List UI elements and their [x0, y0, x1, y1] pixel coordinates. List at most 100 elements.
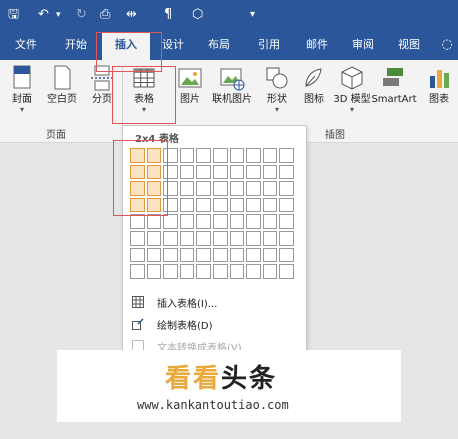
tab-file[interactable]: 文件: [0, 32, 52, 60]
grid-cell[interactable]: [130, 214, 145, 229]
grid-cell[interactable]: [246, 148, 261, 163]
grid-cell[interactable]: [196, 148, 211, 163]
paragraph-icon[interactable]: ¶: [164, 5, 172, 25]
grid-cell[interactable]: [196, 164, 211, 180]
grid-cell[interactable]: [196, 230, 211, 246]
grid-cell[interactable]: [163, 264, 178, 279]
grid-cell[interactable]: [212, 148, 228, 163]
grid-cell[interactable]: [163, 247, 178, 263]
grid-cell[interactable]: [163, 214, 178, 229]
grid-cell[interactable]: [279, 197, 294, 213]
grid-cell[interactable]: [246, 264, 261, 279]
tab-layout[interactable]: 布局: [196, 32, 242, 60]
3d-model-button[interactable]: 3D 模型 ▾: [332, 62, 372, 124]
tab-home[interactable]: 开始: [52, 32, 100, 60]
grid-cell[interactable]: [212, 197, 228, 213]
shape-outline-icon[interactable]: ⬡: [192, 5, 203, 25]
grid-cell[interactable]: [279, 148, 294, 163]
smartart-label: SmartArt: [371, 94, 417, 105]
grid-cell[interactable]: [179, 164, 195, 180]
grid-cell[interactable]: [146, 214, 162, 229]
grid-cell[interactable]: [179, 247, 195, 263]
dropdown-caret-icon[interactable]: ▾: [56, 5, 61, 25]
grid-cell[interactable]: [130, 247, 145, 263]
redo-icon[interactable]: ↻: [76, 5, 87, 25]
grid-cell[interactable]: [163, 230, 178, 246]
picture-button[interactable]: 图片: [170, 62, 210, 124]
tab-references[interactable]: 引用: [246, 32, 292, 60]
grid-cell[interactable]: [279, 230, 294, 246]
grid-cell[interactable]: [179, 197, 195, 213]
grid-cell[interactable]: [196, 264, 211, 279]
grid-cell[interactable]: [146, 264, 162, 279]
online-picture-button[interactable]: 联机图片: [208, 62, 256, 124]
grid-cell[interactable]: [262, 181, 278, 196]
grid-cell[interactable]: [229, 181, 245, 196]
customize-icon[interactable]: ▾: [250, 5, 255, 25]
grid-cell[interactable]: [279, 164, 294, 180]
grid-cell[interactable]: [130, 230, 145, 246]
grid-cell[interactable]: [246, 197, 261, 213]
grid-cell[interactable]: [146, 230, 162, 246]
grid-cell[interactable]: [229, 214, 245, 229]
grid-cell[interactable]: [262, 197, 278, 213]
grid-cell[interactable]: [212, 214, 228, 229]
grid-cell[interactable]: [229, 164, 245, 180]
grid-cell[interactable]: [229, 247, 245, 263]
grid-cell[interactable]: [229, 264, 245, 279]
grid-cell[interactable]: [262, 148, 278, 163]
grid-cell[interactable]: [246, 181, 261, 196]
chevron-down-icon: ▾: [274, 105, 279, 114]
grid-cell[interactable]: [179, 264, 195, 279]
group-label-illustrations: 插图: [325, 130, 345, 141]
grid-cell[interactable]: [262, 247, 278, 263]
icons-button[interactable]: 图标: [294, 62, 334, 124]
blank-page-button[interactable]: 空白页: [42, 62, 82, 124]
grid-cell[interactable]: [196, 197, 211, 213]
insert-table-menu-item[interactable]: 插入表格(I)...: [123, 292, 306, 314]
grid-cell[interactable]: [279, 247, 294, 263]
grid-cell[interactable]: [179, 148, 195, 163]
grid-cell[interactable]: [146, 247, 162, 263]
smartart-button[interactable]: SmartArt: [370, 62, 418, 124]
tab-view[interactable]: 视图: [386, 32, 432, 60]
grid-cell[interactable]: [212, 264, 228, 279]
chart-button[interactable]: 图表: [420, 62, 458, 124]
grid-cell[interactable]: [262, 164, 278, 180]
grid-cell[interactable]: [279, 214, 294, 229]
grid-cell[interactable]: [212, 181, 228, 196]
grid-cell[interactable]: [246, 214, 261, 229]
grid-cell[interactable]: [262, 230, 278, 246]
grid-cell[interactable]: [179, 181, 195, 196]
grid-cell[interactable]: [179, 230, 195, 246]
draw-table-menu-item[interactable]: 绘制表格(D): [123, 314, 306, 336]
grid-cell[interactable]: [246, 164, 261, 180]
shapes-button[interactable]: 形状 ▾: [257, 62, 297, 124]
grid-cell[interactable]: [229, 148, 245, 163]
grid-cell[interactable]: [246, 230, 261, 246]
cover-page-button[interactable]: 封面 ▾: [2, 62, 42, 124]
grid-cell[interactable]: [212, 247, 228, 263]
grid-cell[interactable]: [229, 197, 245, 213]
paste-icon[interactable]: ⇹: [126, 5, 137, 25]
grid-cell[interactable]: [246, 247, 261, 263]
lightbulb-icon[interactable]: ◌: [436, 32, 458, 60]
save-icon[interactable]: 🖫: [8, 5, 19, 25]
icons-label: 图标: [304, 94, 324, 105]
grid-cell[interactable]: [279, 181, 294, 196]
grid-cell[interactable]: [262, 214, 278, 229]
grid-cell[interactable]: [212, 230, 228, 246]
grid-cell[interactable]: [212, 164, 228, 180]
print-preview-icon[interactable]: ⎙: [100, 5, 110, 25]
tab-mailings[interactable]: 邮件: [294, 32, 340, 60]
grid-cell[interactable]: [196, 181, 211, 196]
tab-review[interactable]: 审阅: [340, 32, 386, 60]
undo-icon[interactable]: ↶: [38, 5, 49, 25]
grid-cell[interactable]: [196, 247, 211, 263]
grid-cell[interactable]: [130, 264, 145, 279]
grid-cell[interactable]: [279, 264, 294, 279]
grid-cell[interactable]: [262, 264, 278, 279]
grid-cell[interactable]: [229, 230, 245, 246]
grid-cell[interactable]: [179, 214, 195, 229]
grid-cell[interactable]: [196, 214, 211, 229]
